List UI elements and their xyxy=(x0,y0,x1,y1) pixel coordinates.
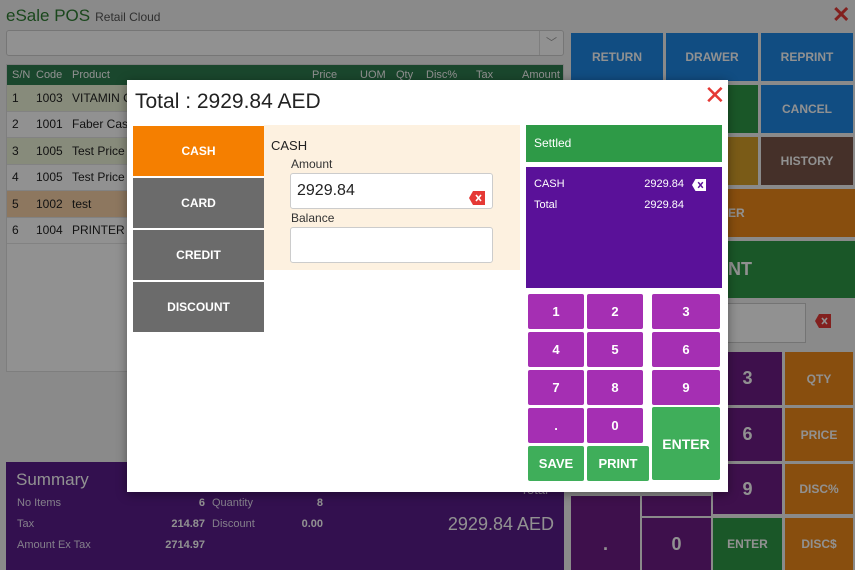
tab-card[interactable]: CARD xyxy=(133,178,264,228)
dialog-title: Total : 2929.84 AED xyxy=(135,90,321,113)
enter-button[interactable]: ENTER xyxy=(652,407,720,480)
key-0[interactable]: 0 xyxy=(587,408,643,443)
ledger-amount: 2929.84 xyxy=(644,178,684,190)
payment-method-title: CASH xyxy=(271,138,308,153)
payment-form: CASH Amount 2929.84 Balance xyxy=(264,125,520,270)
clear-amount-icon[interactable] xyxy=(469,184,485,205)
key-dot[interactable]: . xyxy=(528,408,584,443)
key-3[interactable]: 3 xyxy=(652,294,720,329)
ledger-method: CASH xyxy=(534,178,565,190)
print-button[interactable]: PRINT xyxy=(587,446,649,481)
balance-field[interactable] xyxy=(290,227,493,263)
balance-label: Balance xyxy=(291,211,335,225)
close-icon[interactable]: ✕ xyxy=(704,82,726,108)
payment-dialog: Total : 2929.84 AED ✕ CASH CARD CREDIT D… xyxy=(127,80,728,492)
tab-discount[interactable]: DISCOUNT xyxy=(133,282,264,332)
key-6[interactable]: 6 xyxy=(652,332,720,367)
amount-field[interactable]: 2929.84 xyxy=(290,173,493,209)
remove-payment-icon[interactable] xyxy=(692,179,706,191)
key-2[interactable]: 2 xyxy=(587,294,643,329)
tab-credit[interactable]: CREDIT xyxy=(133,230,264,280)
ledger-total-row: Total 2929.84 xyxy=(534,199,714,215)
ledger-total-label: Total xyxy=(534,199,558,211)
key-8[interactable]: 8 xyxy=(587,370,643,405)
payment-ledger: CASH 2929.84 Total 2929.84 xyxy=(526,167,722,288)
key-7[interactable]: 7 xyxy=(528,370,584,405)
settled-header: Settled xyxy=(526,125,722,162)
ledger-total-amount: 2929.84 xyxy=(644,199,684,211)
key-9[interactable]: 9 xyxy=(652,370,720,405)
save-button[interactable]: SAVE xyxy=(528,446,584,481)
key-4[interactable]: 4 xyxy=(528,332,584,367)
amount-value: 2929.84 xyxy=(297,182,355,199)
amount-label: Amount xyxy=(291,157,333,171)
key-1[interactable]: 1 xyxy=(528,294,584,329)
key-5[interactable]: 5 xyxy=(587,332,643,367)
tab-cash[interactable]: CASH xyxy=(133,126,264,176)
ledger-row: CASH 2929.84 xyxy=(534,178,714,194)
